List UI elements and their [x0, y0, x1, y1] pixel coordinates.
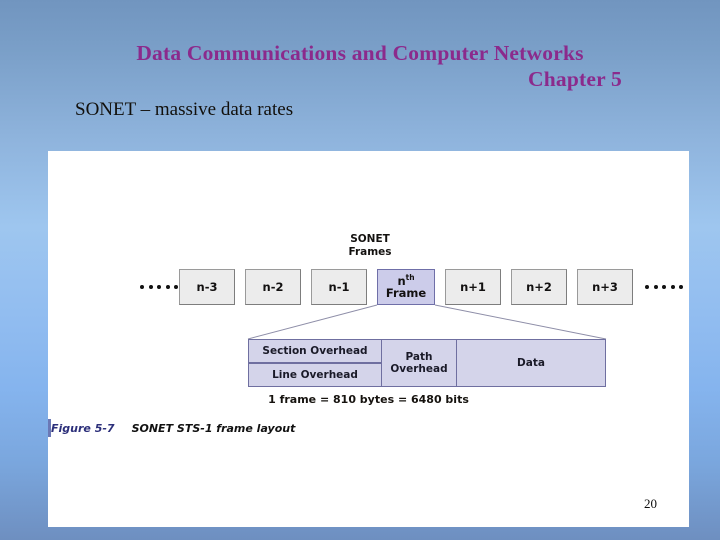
sonet-frame-figure: SONET Frames n-3 n-2 n-1 nth Frame n+1 n…: [48, 151, 689, 527]
figure-caption-number: Figure 5-7: [51, 422, 115, 435]
cell-data: Data: [456, 339, 606, 387]
overhead-column: Section Overhead Line Overhead: [248, 339, 382, 387]
cell-section-overhead: Section Overhead: [248, 339, 382, 363]
sonet-frames-label-line1: SONET: [350, 233, 390, 245]
frame-box-n-2: n-2: [245, 269, 301, 305]
slide-canvas: Data Communications and Computer Network…: [0, 0, 720, 540]
ellipsis-dot: [662, 285, 666, 289]
frame-size-text: 1 frame = 810 bytes = 6480 bits: [268, 393, 469, 406]
slide-subtitle: SONET – massive data rates: [75, 99, 294, 120]
cell-path-overhead: Path Overhead: [381, 339, 457, 387]
frame-detail-strip: Section Overhead Line Overhead Path Over…: [248, 339, 606, 387]
frame-box-n-3: n-3: [179, 269, 235, 305]
ellipsis-dot: [645, 285, 649, 289]
frame-box-n-plus-3: n+3: [577, 269, 633, 305]
cell-line-overhead: Line Overhead: [248, 363, 382, 387]
figure-caption-text: SONET STS-1 frame layout: [131, 422, 296, 435]
ellipsis-dot: [679, 285, 683, 289]
ellipsis-right: [645, 269, 683, 305]
frame-sequence: n-3 n-2 n-1 nth Frame n+1 n+2 n+3: [48, 269, 689, 305]
page-number: 20: [644, 496, 657, 511]
frame-box-nth-second-line: Frame: [385, 286, 427, 300]
frame-box-nth: nth Frame: [377, 269, 435, 305]
frame-box-n-plus-1: n+1: [445, 269, 501, 305]
sonet-frames-label-line2: Frames: [348, 246, 392, 258]
ellipsis-dot: [670, 285, 675, 289]
path-overhead-line2: Overhead: [390, 363, 448, 375]
slide-heading: Data Communications and Computer Network…: [60, 40, 660, 92]
sonet-frames-label: SONET Frames: [315, 233, 425, 259]
frame-box-nth-superscript: th: [405, 272, 415, 282]
path-overhead-line1: Path: [405, 351, 433, 363]
page-title-line-2: Chapter 5: [528, 67, 622, 91]
page-title-line-1: Data Communications and Computer Network…: [136, 41, 584, 65]
frame-box-n-1: n-1: [311, 269, 367, 305]
frame-box-n-plus-2: n+2: [511, 269, 567, 305]
content-panel: SONET Frames n-3 n-2 n-1 nth Frame n+1 n…: [48, 151, 689, 527]
figure-caption: Figure 5-7 SONET STS-1 frame layout: [48, 422, 689, 435]
ellipsis-dot: [653, 285, 658, 289]
